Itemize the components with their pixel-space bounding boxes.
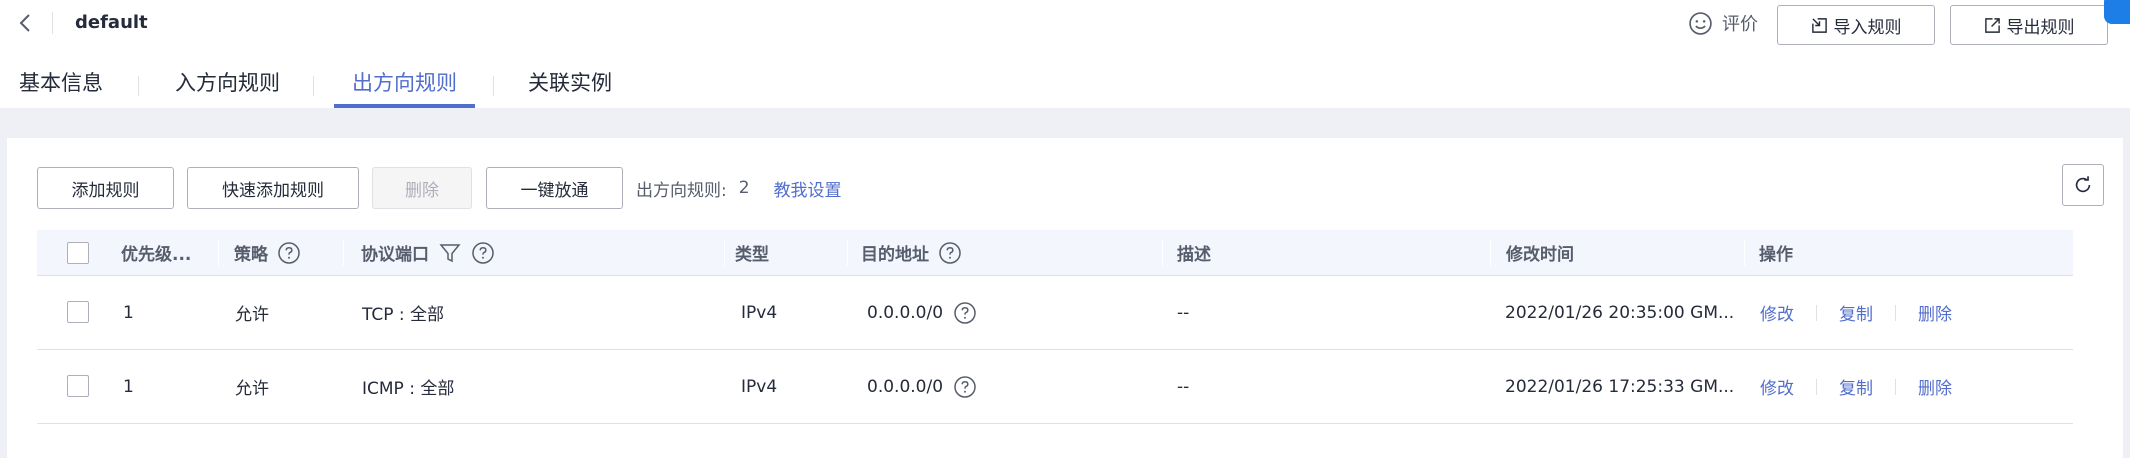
quick-add-rule-button[interactable]: 快速添加规则 — [187, 167, 359, 209]
cell-destination-value: 0.0.0.0/0 — [867, 376, 944, 397]
help-icon[interactable] — [471, 241, 495, 265]
action-divider — [1816, 304, 1817, 321]
cell-modified-time: 2022/01/26 20:35:00 GM... — [1505, 302, 1735, 323]
export-rules-button[interactable]: 导出规则 — [1950, 5, 2108, 45]
help-icon[interactable] — [277, 241, 301, 265]
tab-basic-info[interactable]: 基本信息 — [19, 68, 103, 98]
help-icon[interactable] — [938, 241, 962, 265]
tab-outbound-rules[interactable]: 出方向规则 — [352, 68, 457, 98]
col-modified-time-label: 修改时间 — [1506, 245, 1574, 265]
column-divider — [343, 240, 344, 266]
import-rules-button[interactable]: 导入规则 — [1777, 5, 1935, 45]
col-destination: 目的地址 — [861, 230, 962, 275]
col-type: 类型 — [735, 230, 769, 275]
column-divider — [1490, 240, 1491, 266]
cell-policy: 允许 — [235, 305, 269, 325]
tab-associated-instances[interactable]: 关联实例 — [528, 68, 612, 98]
action-divider — [1816, 378, 1817, 395]
col-type-label: 类型 — [735, 245, 769, 265]
import-rules-label: 导入规则 — [1833, 17, 1902, 38]
tab-divider — [493, 76, 494, 96]
help-icon[interactable] — [953, 375, 977, 399]
smile-icon — [1689, 11, 1712, 35]
title-divider — [52, 12, 53, 34]
import-icon — [1811, 17, 1827, 33]
filter-icon[interactable] — [438, 241, 462, 265]
cell-modified-time: 2022/01/26 17:25:33 GM... — [1505, 376, 1735, 397]
page-header: default 评价 导入规则 导出规则 基本信息 入方向规则 出方向规则 关联… — [0, 0, 2130, 108]
row-checkbox[interactable] — [67, 375, 89, 397]
col-description: 描述 — [1177, 230, 1211, 275]
copy-link[interactable]: 复制 — [1839, 300, 1873, 325]
table-header: 优先级... 策略 协议端口 类型 目的地址 描述 修改时间 操作 — [37, 230, 2073, 276]
edit-link[interactable]: 修改 — [1760, 374, 1794, 399]
cell-destination-value: 0.0.0.0/0 — [867, 302, 944, 323]
delete-link[interactable]: 删除 — [1918, 300, 1952, 325]
rate-button[interactable]: 评价 — [1688, 8, 1758, 38]
rules-panel: 添加规则 快速添加规则 删除 一键放通 出方向规则: 2 教我设置 优先级...… — [7, 138, 2123, 458]
active-tab-indicator — [334, 104, 475, 108]
cell-description: -- — [1177, 302, 1190, 323]
col-destination-label: 目的地址 — [861, 245, 929, 265]
edit-link[interactable]: 修改 — [1760, 300, 1794, 325]
col-priority[interactable]: 优先级... — [121, 230, 191, 275]
select-all-checkbox[interactable] — [67, 242, 89, 264]
row-checkbox[interactable] — [67, 301, 89, 323]
refresh-icon — [2075, 176, 2091, 193]
col-priority-label: 优先级... — [121, 245, 192, 265]
tab-inbound-rules[interactable]: 入方向规则 — [175, 68, 280, 98]
table-row: 1 允许 TCP : 全部 IPv4 0.0.0.0/0 -- 2022/01/… — [37, 276, 2073, 350]
cell-actions: 修改 复制 删除 — [1760, 276, 1952, 349]
cell-destination: 0.0.0.0/0 — [867, 350, 977, 423]
column-divider — [847, 240, 848, 266]
col-protocol-port-label: 协议端口 — [361, 245, 429, 265]
allow-all-button[interactable]: 一键放通 — [486, 167, 623, 209]
column-divider — [724, 240, 725, 266]
add-rule-button[interactable]: 添加规则 — [37, 167, 174, 209]
chevron-left-icon[interactable] — [14, 11, 38, 35]
cell-type: IPv4 — [741, 376, 778, 397]
tab-divider — [313, 76, 314, 96]
floating-assistant-badge[interactable] — [2104, 0, 2130, 24]
delete-button[interactable]: 删除 — [372, 167, 472, 209]
cell-destination: 0.0.0.0/0 — [867, 276, 977, 349]
page-title: default — [75, 12, 148, 33]
col-actions: 操作 — [1759, 230, 1793, 275]
cell-policy: 允许 — [235, 379, 269, 399]
cell-type: IPv4 — [741, 302, 778, 323]
cell-actions: 修改 复制 删除 — [1760, 350, 1952, 423]
tab-divider — [138, 76, 139, 96]
help-icon[interactable] — [953, 301, 977, 325]
column-divider — [1744, 240, 1745, 266]
col-actions-label: 操作 — [1759, 245, 1793, 265]
col-policy: 策略 — [234, 230, 301, 275]
copy-link[interactable]: 复制 — [1839, 374, 1873, 399]
export-rules-label: 导出规则 — [2006, 17, 2075, 38]
column-divider — [1162, 240, 1163, 266]
cell-protocol-port: ICMP : 全部 — [362, 379, 455, 399]
rules-count-value: 2 — [738, 178, 750, 198]
cell-protocol-port: TCP : 全部 — [362, 305, 445, 325]
cell-description: -- — [1177, 376, 1190, 397]
cell-priority: 1 — [123, 302, 134, 323]
cell-priority: 1 — [123, 376, 134, 397]
col-protocol-port: 协议端口 — [361, 230, 495, 275]
col-policy-label: 策略 — [234, 245, 268, 265]
refresh-button[interactable] — [2062, 164, 2104, 206]
rules-toolbar: 添加规则 快速添加规则 删除 一键放通 出方向规则: 2 教我设置 — [37, 164, 2104, 209]
col-description-label: 描述 — [1177, 245, 1211, 265]
rules-count: 出方向规则: 2 教我设置 — [636, 167, 842, 209]
table-row: 1 允许 ICMP : 全部 IPv4 0.0.0.0/0 -- 2022/01… — [37, 350, 2073, 424]
action-divider — [1895, 304, 1896, 321]
delete-link[interactable]: 删除 — [1918, 374, 1952, 399]
action-divider — [1895, 378, 1896, 395]
col-modified-time: 修改时间 — [1506, 230, 1574, 275]
help-setup-link[interactable]: 教我设置 — [774, 176, 842, 201]
rate-label: 评价 — [1722, 14, 1758, 35]
export-icon — [1984, 17, 2000, 33]
column-divider — [218, 240, 219, 266]
rules-count-label: 出方向规则: — [636, 180, 727, 201]
